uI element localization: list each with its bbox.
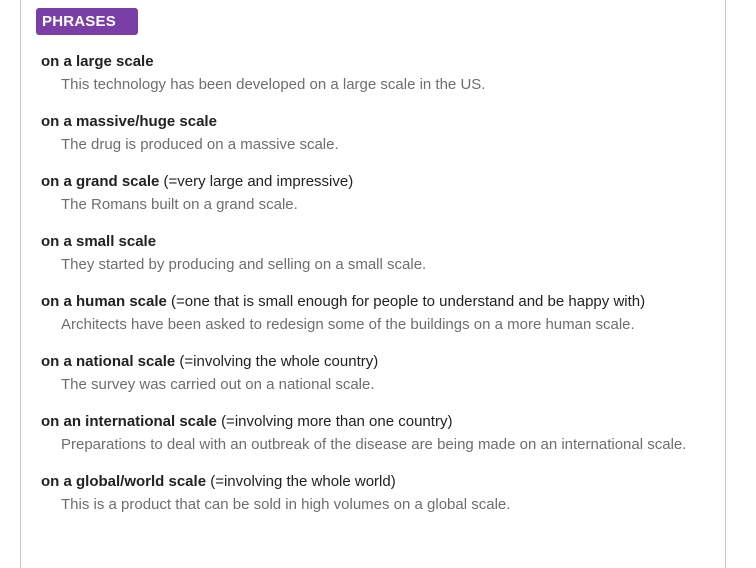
phrase-term: on a grand scale xyxy=(41,173,160,190)
phrase-example: The Romans built on a grand scale. xyxy=(61,196,298,213)
phrase-gloss: (=involving more than one country) xyxy=(221,413,453,430)
phrase-head: on a large scale xyxy=(41,52,711,72)
phrase-head: on a global/world scale (=involving the … xyxy=(41,472,711,492)
phrase-example: The survey was carried out on a national… xyxy=(61,376,375,393)
phrase-term: on a national scale xyxy=(41,353,176,370)
phrase-item: on an international scale (=involving mo… xyxy=(41,412,711,457)
phrase-item: on a massive/huge scale The drug is prod… xyxy=(41,112,711,157)
phrase-head: on a massive/huge scale xyxy=(41,112,711,132)
phrase-term: on a small scale xyxy=(41,233,157,250)
phrase-head: on a small scale xyxy=(41,232,711,252)
phrase-example: They started by producing and selling on… xyxy=(61,256,427,273)
phrase-term: on a human scale xyxy=(41,293,167,310)
phrase-gloss: (=involving the whole world) xyxy=(210,473,396,490)
phrase-gloss: (=one that is small enough for people to… xyxy=(171,293,646,310)
phrases-panel: PHRASES on a large scale This technology… xyxy=(20,0,726,568)
phrase-list: on a large scale This technology has bee… xyxy=(41,52,711,532)
phrase-term: on a global/world scale xyxy=(41,473,207,490)
phrase-item: on a small scale They started by produci… xyxy=(41,232,711,277)
phrase-head: on a human scale (=one that is small eno… xyxy=(41,292,711,312)
phrase-head: on a national scale (=involving the whol… xyxy=(41,352,711,372)
section-badge: PHRASES xyxy=(36,8,138,35)
phrase-head: on an international scale (=involving mo… xyxy=(41,412,711,432)
phrase-example: This technology has been developed on a … xyxy=(61,76,486,93)
phrase-item: on a national scale (=involving the whol… xyxy=(41,352,711,397)
phrase-gloss: (=very large and impressive) xyxy=(163,173,354,190)
phrase-example: This is a product that can be sold in hi… xyxy=(61,496,511,513)
phrase-item: on a human scale (=one that is small eno… xyxy=(41,292,711,337)
phrase-item: on a global/world scale (=involving the … xyxy=(41,472,711,517)
phrase-term: on an international scale xyxy=(41,413,217,430)
phrase-example: Preparations to deal with an outbreak of… xyxy=(61,436,687,453)
phrase-item: on a large scale This technology has bee… xyxy=(41,52,711,97)
phrase-example: Architects have been asked to redesign s… xyxy=(61,316,635,333)
phrase-example: The drug is produced on a massive scale. xyxy=(61,136,339,153)
phrase-head: on a grand scale (=very large and impres… xyxy=(41,172,711,192)
phrase-term: on a massive/huge scale xyxy=(41,113,217,130)
phrase-item: on a grand scale (=very large and impres… xyxy=(41,172,711,217)
phrase-term: on a large scale xyxy=(41,53,154,70)
phrase-gloss: (=involving the whole country) xyxy=(179,353,379,370)
